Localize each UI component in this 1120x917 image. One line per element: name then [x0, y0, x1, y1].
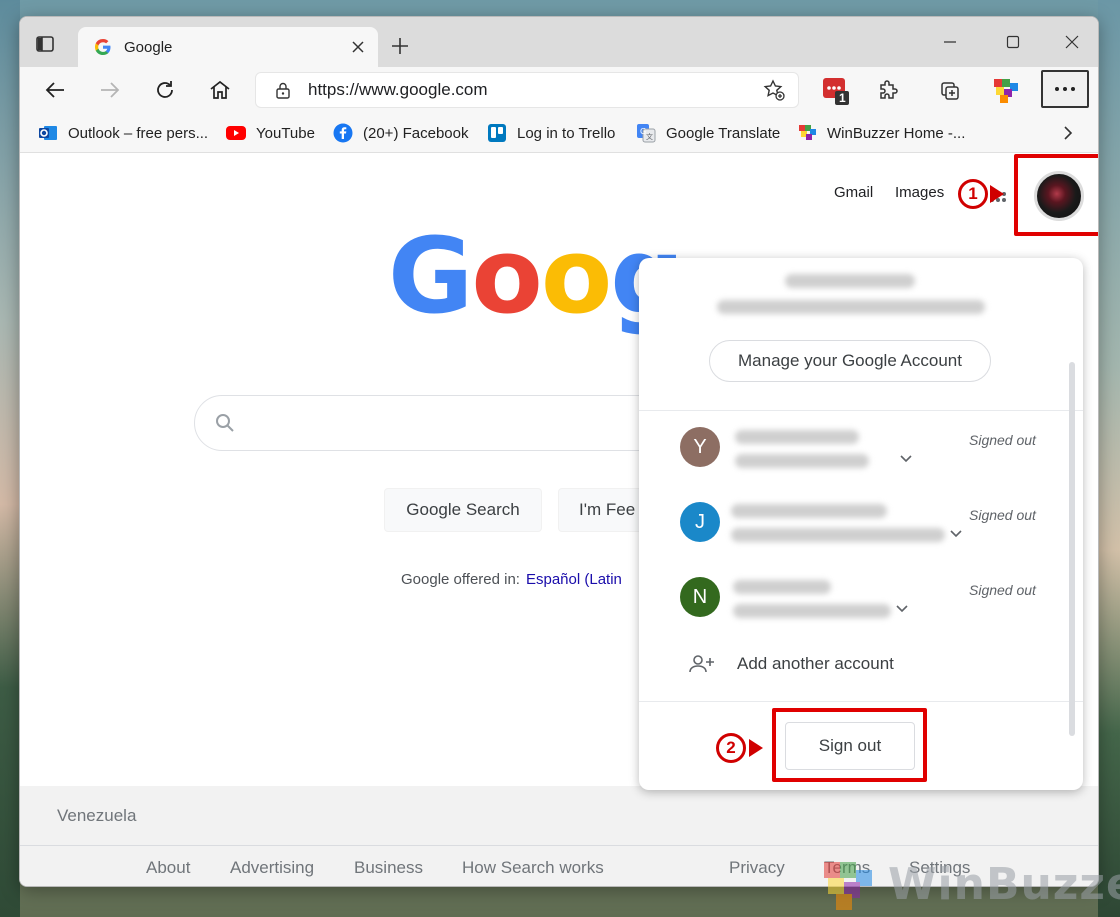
sign-out-button[interactable]: Sign out: [785, 722, 915, 770]
title-bar: Google: [20, 17, 1098, 67]
winbuzzer-extension-icon[interactable]: [991, 76, 1021, 106]
blurred-account-email: [717, 300, 985, 314]
blurred-account-email: [735, 454, 869, 468]
back-arrow-icon[interactable]: [42, 77, 68, 103]
bookmark-winbuzzer[interactable]: WinBuzzer Home -...: [797, 123, 965, 143]
forward-arrow-icon[interactable]: [97, 77, 123, 103]
footer-advertising-link[interactable]: Advertising: [230, 858, 314, 878]
watermark-text: WinBuzzer: [888, 858, 1120, 910]
account-avatar-j[interactable]: J: [680, 502, 720, 542]
search-icon: [216, 414, 234, 432]
desktop-background-left: [0, 0, 20, 917]
signed-out-label: Signed out: [969, 582, 1036, 598]
footer-country: Venezuela: [20, 786, 1098, 846]
bookmark-label: Log in to Trello: [517, 124, 616, 142]
offered-in-label: Google offered in:: [401, 571, 520, 588]
chevron-down-icon[interactable]: [895, 602, 909, 616]
popup-scrollbar[interactable]: [1069, 362, 1075, 736]
account-avatar-y[interactable]: Y: [680, 427, 720, 467]
country-label: Venezuela: [57, 806, 137, 825]
account-avatar-n[interactable]: N: [680, 577, 720, 617]
translate-icon: G文: [636, 124, 656, 143]
add-account-label: Add another account: [737, 654, 894, 673]
account-highlight: [1014, 154, 1098, 236]
blurred-account-name: [731, 504, 887, 518]
extension-badge-count: 1: [839, 91, 846, 105]
extensions-puzzle-icon[interactable]: [873, 76, 903, 106]
bookmark-label: (20+) Facebook: [363, 124, 469, 142]
images-link[interactable]: Images: [895, 184, 944, 201]
bookmark-trello[interactable]: Log in to Trello: [487, 123, 615, 143]
signed-out-label: Signed out: [969, 432, 1036, 448]
lock-icon[interactable]: [274, 81, 292, 99]
bookmark-outlook[interactable]: Outlook – free pers...: [38, 123, 208, 143]
gmail-link[interactable]: Gmail: [834, 184, 873, 201]
refresh-icon[interactable]: [152, 77, 178, 103]
blurred-account-name: [735, 430, 859, 444]
winbuzzer-logo-icon: [824, 862, 872, 910]
new-tab-icon[interactable]: [390, 36, 410, 56]
maximize-icon[interactable]: [1003, 32, 1023, 52]
google-homepage: Gmail Images 1 Goog Google Search I'm Fe…: [20, 154, 1098, 886]
bookmark-label: Google Translate: [666, 124, 781, 142]
add-account-button[interactable]: Add another account: [689, 654, 894, 674]
tab-title: Google: [124, 38, 173, 56]
outlook-icon: [38, 124, 58, 142]
signed-out-label: Signed out: [969, 507, 1036, 523]
popup-divider: [639, 410, 1083, 411]
tab-google[interactable]: Google: [78, 27, 378, 67]
settings-more-icon[interactable]: [1041, 70, 1089, 108]
bookmark-label: Outlook – free pers...: [68, 124, 209, 142]
bookmarks-bar: Outlook – free pers... YouTube (20+) Fac…: [20, 113, 1098, 153]
add-favorite-icon[interactable]: [762, 78, 786, 102]
extension-badge-icon[interactable]: 1: [821, 76, 851, 106]
winbuzzer-icon: [797, 124, 817, 142]
bookmark-youtube[interactable]: YouTube: [226, 123, 315, 143]
bookmark-label: YouTube: [256, 124, 315, 142]
google-search-button[interactable]: Google Search: [384, 488, 542, 532]
blurred-account-email: [731, 528, 945, 542]
footer-business-link[interactable]: Business: [354, 858, 423, 878]
collections-icon[interactable]: [935, 76, 965, 106]
youtube-icon: [226, 124, 246, 142]
chevron-right-icon[interactable]: [1060, 125, 1076, 141]
step-1-callout: 1: [958, 179, 988, 209]
blurred-account-name: [733, 580, 831, 594]
chevron-down-icon[interactable]: [899, 452, 913, 466]
footer-about-link[interactable]: About: [146, 858, 190, 878]
step-2-arrow: [749, 739, 763, 757]
minimize-icon[interactable]: [940, 32, 960, 52]
blurred-account-email: [733, 604, 891, 618]
navigation-bar: https://www.google.com 1: [20, 67, 1098, 113]
url-text[interactable]: https://www.google.com: [308, 80, 762, 100]
manage-account-button[interactable]: Manage your Google Account: [709, 340, 991, 382]
browser-window: Google https://www.google.com 1 Outlook …: [19, 16, 1099, 887]
popup-divider: [639, 701, 1083, 702]
step-2-callout: 2: [716, 733, 746, 763]
bookmark-google-translate[interactable]: G文 Google Translate: [636, 123, 780, 143]
tab-actions-icon[interactable]: [34, 33, 56, 55]
home-icon[interactable]: [207, 77, 233, 103]
language-link[interactable]: Español (Latin: [526, 571, 622, 588]
desktop-background-right: [1098, 0, 1120, 917]
google-favicon-icon: [95, 39, 111, 55]
close-tab-icon[interactable]: [350, 39, 366, 55]
svg-text:文: 文: [646, 132, 653, 141]
footer-how-search-works-link[interactable]: How Search works: [462, 858, 604, 878]
blurred-account-name: [785, 274, 915, 288]
footer-privacy-link[interactable]: Privacy: [729, 858, 785, 878]
add-person-icon: [689, 655, 714, 673]
close-window-icon[interactable]: [1062, 32, 1082, 52]
trello-icon: [487, 124, 507, 142]
step-1-arrow: [990, 185, 1004, 203]
language-offer: Google offered in: Español (Latin: [401, 571, 622, 588]
address-bar[interactable]: https://www.google.com: [255, 72, 799, 108]
account-popup: Manage your Google Account Y Signed out …: [639, 258, 1083, 790]
avatar[interactable]: [1034, 171, 1084, 221]
chevron-down-icon[interactable]: [949, 527, 963, 541]
facebook-icon: [333, 123, 353, 143]
bookmark-facebook[interactable]: (20+) Facebook: [333, 123, 468, 143]
bookmark-label: WinBuzzer Home -...: [827, 124, 966, 142]
winbuzzer-watermark: WinBuzzer: [818, 856, 1120, 912]
